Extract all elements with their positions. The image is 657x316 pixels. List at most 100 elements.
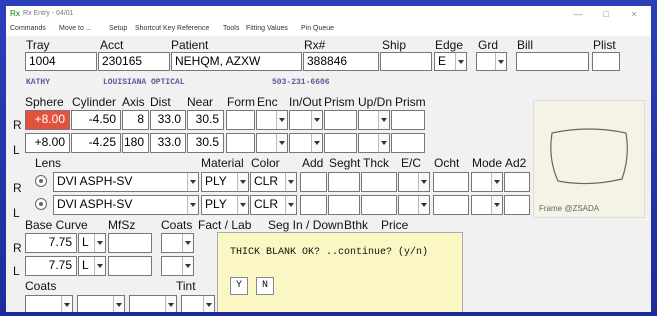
tint-select[interactable] xyxy=(181,295,215,312)
left-prism2-field[interactable] xyxy=(391,133,425,153)
right-mode-select[interactable] xyxy=(471,172,503,192)
coats-select-3[interactable] xyxy=(129,295,177,312)
left-mfsz-field[interactable] xyxy=(108,256,152,276)
right-base-mode-select[interactable]: L xyxy=(78,233,106,253)
left-up-down-select[interactable] xyxy=(358,133,390,153)
right-up-down-select[interactable] xyxy=(358,110,390,130)
grd-select[interactable] xyxy=(476,52,507,71)
right-mfsz-field[interactable] xyxy=(108,233,152,253)
right-lens-select[interactable]: DVI ASPH-SV xyxy=(53,172,199,192)
coats-select-1[interactable] xyxy=(25,295,73,312)
window-title: Rx Entry - 04/01 xyxy=(23,10,74,17)
left-prism-field[interactable] xyxy=(324,133,357,153)
rx-number-label: Rx# xyxy=(304,38,326,52)
left-base-mode-value: L xyxy=(82,258,89,272)
right-enc-select[interactable] xyxy=(256,110,288,130)
seg-in-down-label: Seg In / Down xyxy=(268,218,344,232)
rx-entry-window: Rx Rx Entry - 04/01 — □ × Commands Move … xyxy=(6,6,651,312)
edge-select[interactable]: E xyxy=(434,52,467,71)
coats-select-2[interactable] xyxy=(77,295,125,312)
tint-label: Tint xyxy=(176,279,196,293)
menu-fitting-values[interactable]: Fitting Values xyxy=(246,25,288,32)
right-ocht-field[interactable] xyxy=(433,172,469,192)
right-axis-field[interactable]: 8 xyxy=(122,110,149,130)
right-base-curve-field[interactable]: 7.75 xyxy=(25,233,77,253)
right-add-field[interactable] xyxy=(300,172,327,192)
left-ad2-field[interactable] xyxy=(504,195,530,215)
right-eye-label: R xyxy=(13,118,22,132)
left-cylinder-field[interactable]: -4.25 xyxy=(71,133,121,153)
right-form-field[interactable] xyxy=(226,110,255,130)
close-button[interactable]: × xyxy=(622,8,646,20)
left-lens-radio[interactable] xyxy=(35,198,47,210)
right-ec-select[interactable] xyxy=(398,172,430,192)
no-button[interactable]: N xyxy=(256,277,274,295)
left-ec-select[interactable] xyxy=(398,195,430,215)
right-in-out-select[interactable] xyxy=(289,110,323,130)
menu-commands[interactable]: Commands xyxy=(10,25,46,32)
yes-button[interactable]: Y xyxy=(230,277,248,295)
left-material-select[interactable]: PLY xyxy=(201,195,249,215)
right-lens-value: DVI ASPH-SV xyxy=(57,174,133,188)
dialog-message: THICK BLANK OK? ..continue? (y/n) xyxy=(230,247,429,258)
menu-pin-queue[interactable]: Pin Queue xyxy=(301,25,334,32)
desktop-background: Rx Rx Entry - 04/01 — □ × Commands Move … xyxy=(0,0,657,316)
frame-label: Frame @ZSADA xyxy=(539,204,600,213)
right-seght-field[interactable] xyxy=(328,172,360,192)
right-dist-field[interactable]: 33.0 xyxy=(150,110,186,130)
left-color-select[interactable]: CLR xyxy=(250,195,297,215)
base-right-eye-label: R xyxy=(13,241,22,255)
left-in-out-select[interactable] xyxy=(289,133,323,153)
right-prism2-field[interactable] xyxy=(391,110,425,130)
left-ocht-field[interactable] xyxy=(433,195,469,215)
tray-field[interactable]: 1004 xyxy=(25,52,97,71)
chevron-down-icon xyxy=(203,296,214,312)
ship-field[interactable] xyxy=(380,52,432,71)
menu-tools[interactable]: Tools xyxy=(223,25,239,32)
bill-field[interactable] xyxy=(516,52,589,71)
lens-left-eye-label: L xyxy=(13,206,20,220)
right-color-select[interactable]: CLR xyxy=(250,172,297,192)
menu-setup[interactable]: Setup xyxy=(109,25,127,32)
left-dist-field[interactable]: 33.0 xyxy=(150,133,186,153)
right-sphere-field[interactable]: +8.00 xyxy=(25,110,70,130)
maximize-button[interactable]: □ xyxy=(594,8,618,20)
chevron-down-icon xyxy=(378,111,389,129)
menu-move-to[interactable]: Move to ... xyxy=(59,25,92,32)
right-lens-radio[interactable] xyxy=(35,175,47,187)
right-color-value: CLR xyxy=(254,174,279,188)
chevron-down-icon xyxy=(237,173,248,191)
left-form-field[interactable] xyxy=(226,133,255,153)
left-axis-field[interactable]: 180 xyxy=(122,133,149,153)
patient-field[interactable]: NEHQM, AZXW xyxy=(171,52,302,71)
frame-shape-icon xyxy=(550,128,628,185)
left-near-field[interactable]: 30.5 xyxy=(187,133,224,153)
left-sphere-field[interactable]: +8.00 xyxy=(25,133,70,153)
rx-number-field[interactable]: 388846 xyxy=(303,52,379,71)
left-thck-field[interactable] xyxy=(361,195,397,215)
left-base-curve-field[interactable]: 7.75 xyxy=(25,256,77,276)
chevron-down-icon xyxy=(182,234,193,252)
left-base-mode-select[interactable]: L xyxy=(78,256,106,276)
prism-label: Prism xyxy=(324,95,355,109)
right-coats-select[interactable] xyxy=(161,233,194,253)
right-ad2-field[interactable] xyxy=(504,172,530,192)
left-mode-select[interactable] xyxy=(471,195,503,215)
left-enc-select[interactable] xyxy=(256,133,288,153)
left-coats-select[interactable] xyxy=(161,256,194,276)
right-base-mode-value: L xyxy=(82,235,89,249)
right-material-select[interactable]: PLY xyxy=(201,172,249,192)
acct-field[interactable]: 230165 xyxy=(98,52,170,71)
right-thck-field[interactable] xyxy=(361,172,397,192)
right-prism-field[interactable] xyxy=(324,110,357,130)
chevron-down-icon xyxy=(182,257,193,275)
right-near-field[interactable]: 30.5 xyxy=(187,110,224,130)
right-cylinder-field[interactable]: -4.50 xyxy=(71,110,121,130)
mode-label: Mode xyxy=(472,156,503,170)
minimize-button[interactable]: — xyxy=(566,8,590,20)
menu-shortcut-reference[interactable]: Shortcut Key Reference xyxy=(135,25,209,32)
left-lens-select[interactable]: DVI ASPH-SV xyxy=(53,195,199,215)
left-seght-field[interactable] xyxy=(328,195,360,215)
left-add-field[interactable] xyxy=(300,195,327,215)
plist-field[interactable] xyxy=(592,52,620,71)
